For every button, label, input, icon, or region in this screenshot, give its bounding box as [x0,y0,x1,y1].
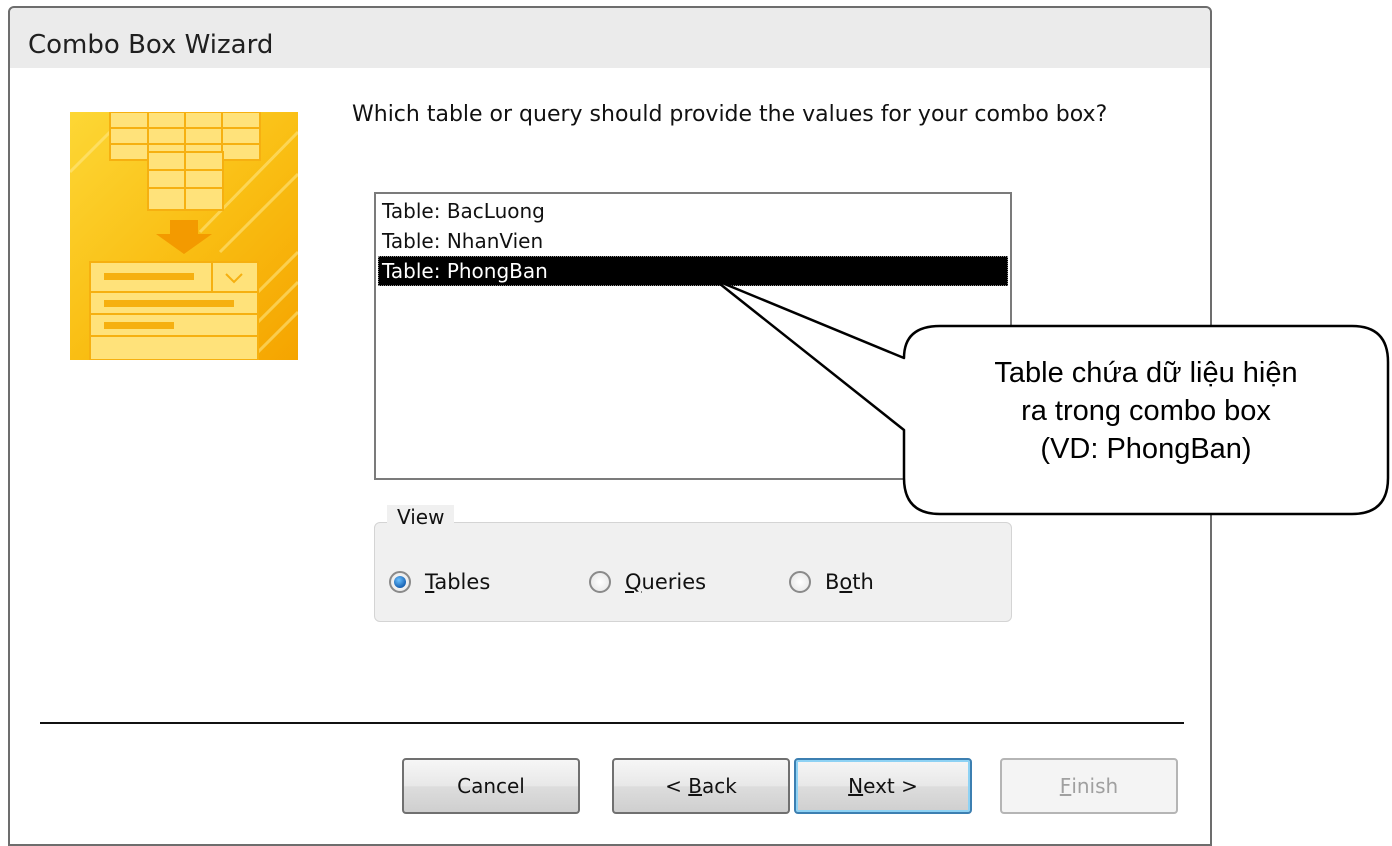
list-item[interactable]: Table: NhanVien [378,226,1008,256]
radio-label-both: Both [825,570,874,594]
finish-button: Finish [1000,758,1178,814]
radio-both[interactable]: Both [789,567,874,597]
radio-circle[interactable] [589,571,611,593]
cancel-button[interactable]: Cancel [402,758,580,814]
radio-label-tables: Tables [425,570,491,594]
back-button[interactable]: < Back [612,758,790,814]
list-item-selected[interactable]: Table: PhongBan [378,256,1008,286]
callout-line: Table chứa dữ liệu hiện [994,357,1298,389]
radio-circle-checked[interactable] [389,571,411,593]
radio-circle[interactable] [789,571,811,593]
view-group-label: View [387,505,455,529]
radio-tables[interactable]: Tables [389,567,490,597]
radio-dot [394,576,406,588]
callout-text: Table chứa dữ liệu hiện ra trong combo b… [912,354,1380,468]
combo-box-wizard-illustration [70,112,298,360]
list-item[interactable]: Table: BacLuong [378,196,1008,226]
window-title: Combo Box Wizard [28,30,274,60]
next-button[interactable]: Next > [794,758,972,814]
view-group-box: View Tables Queries Both [374,505,1012,622]
callout-line: ra trong combo box [1021,395,1271,427]
wizard-art-icon [70,112,298,360]
button-separator [40,722,1184,724]
radio-queries[interactable]: Queries [589,567,706,597]
wizard-question: Which table or query should provide the … [352,102,1108,127]
title-bar: Combo Box Wizard [10,8,1210,70]
radio-label-queries: Queries [625,570,707,594]
callout-line: (VD: PhongBan) [1040,433,1252,465]
